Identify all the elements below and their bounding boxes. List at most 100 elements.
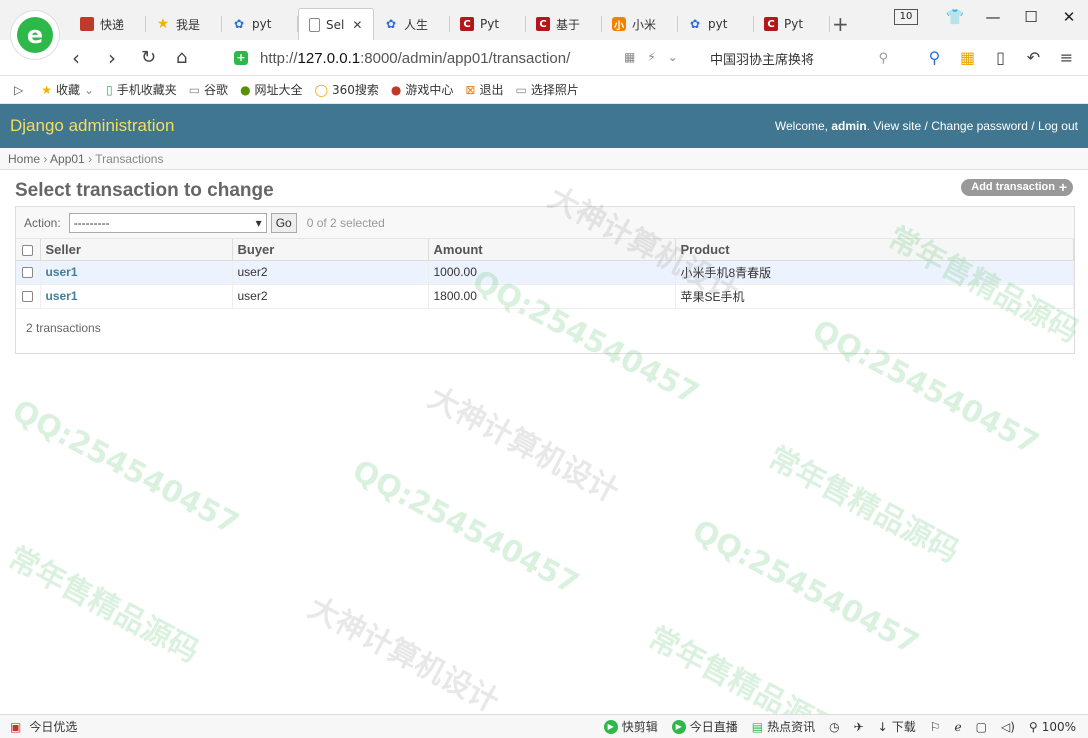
status-bar: ▣ 今日优选 ▶ 快剪辑 ▶ 今日直播 ▤ 热点资讯 ◷ ✈ ↓ 下载 ⚐ ℯ ▢ ◁)… [0, 714, 1088, 738]
close-window-icon[interactable]: ✕ [1050, 8, 1088, 26]
undo-icon[interactable]: ↶ [1017, 48, 1050, 67]
table-row: user1 user2 1800.00 苹果SE手机 [16, 284, 1074, 309]
watermark-text: 大神计算机设计 [302, 590, 505, 720]
log-out-link[interactable]: Log out [1038, 119, 1078, 133]
buyer-cell: user2 [232, 260, 429, 285]
bookmark-item[interactable]: ▯ 手机收藏夹 [106, 81, 177, 98]
bookmarks-bar: ▷ ★ 收藏 ⌄ ▯ 手机收藏夹 ▭ 谷歌 ● 网址大全 ◯ 360搜索 ● 游戏中心 ⊠ 退出… [0, 76, 1088, 104]
document-icon [309, 17, 320, 32]
search-icon[interactable]: ⚲ [878, 51, 888, 66]
paw-icon: ✿ [689, 17, 701, 31]
bookmark-label: 收藏 [56, 83, 81, 97]
chevron-down-icon: ⌄ [84, 82, 95, 97]
plus-icon: + [1058, 179, 1067, 195]
ie-icon[interactable]: ℯ [955, 720, 962, 734]
paw-icon: ✿ [233, 17, 245, 31]
pin-icon[interactable]: ✈ [854, 720, 864, 734]
column-header-amount[interactable]: Amount [428, 239, 676, 261]
url-input[interactable]: + http://127.0.0.1:8000/admin/app01/tran… [228, 46, 690, 70]
browser-tab[interactable]: C Pyt [450, 8, 526, 40]
reload-icon[interactable]: ↻ [141, 47, 156, 68]
row-checkbox[interactable] [22, 291, 34, 303]
view-site-link[interactable]: View site [873, 119, 921, 133]
browser-tab[interactable]: C 基于 [526, 8, 602, 40]
search-input[interactable]: 中国羽协主席换将 ⚲ [700, 46, 894, 70]
maximize-icon[interactable]: ☐ [1012, 8, 1050, 26]
actions-bar: Action: --------- ▾ Go 0 of 2 selected [16, 207, 1074, 239]
svg-text:e: e [27, 21, 43, 49]
back-icon[interactable]: ‹ [72, 46, 80, 70]
browser-logo-icon[interactable]: e [11, 11, 59, 59]
star-icon: ★ [156, 16, 170, 32]
tab-count-badge[interactable]: 10 [894, 9, 918, 25]
bookmark-item[interactable]: ▭ 选择照片 [515, 81, 578, 98]
status-left[interactable]: ▣ 今日优选 [0, 718, 77, 735]
tab-label: 快递 [100, 17, 125, 32]
skin-icon[interactable]: 👕 [936, 8, 974, 26]
tab-label: pyt [708, 17, 728, 31]
column-header-buyer[interactable]: Buyer [232, 239, 429, 261]
search-suggestion: 中国羽协主席换将 [710, 52, 815, 68]
select-all-checkbox[interactable] [22, 244, 34, 256]
search-engine-icon[interactable]: ⚲ [918, 48, 951, 67]
site-title[interactable]: Django administration [10, 116, 174, 136]
star-icon: ★ [41, 82, 52, 97]
change-password-link[interactable]: Change password [931, 119, 1028, 133]
zoom-item[interactable]: ⚲ 100% [1029, 720, 1076, 734]
go-button[interactable]: Go [270, 212, 297, 233]
download-item[interactable]: ↓ 下载 [878, 718, 916, 735]
minimize-icon[interactable]: — [974, 8, 1012, 26]
bookmark-item[interactable]: ★ 收藏 ⌄ [41, 81, 94, 98]
url-tools-icons[interactable]: ▦⚡⌄ [624, 50, 690, 64]
bookmark-item[interactable]: ◯ 360搜索 [315, 81, 379, 98]
browser-tab-active[interactable]: Sel ✕ [298, 8, 374, 40]
seller-link[interactable]: user1 [46, 265, 78, 279]
new-tab-icon[interactable]: + [832, 12, 849, 36]
row-checkbox[interactable] [22, 267, 34, 279]
username: admin [831, 119, 867, 133]
mobile-icon[interactable]: ▯ [984, 48, 1017, 67]
breadcrumb-app[interactable]: App01 [50, 152, 85, 166]
browser-tab[interactable]: ✿ 人生 [374, 8, 450, 40]
watermark-text: 常年售精品源码 [762, 440, 965, 570]
window-icon[interactable]: ▢ [976, 720, 987, 734]
user-tools: Welcome, admin. View site / Change passw… [774, 119, 1078, 133]
browser-tab[interactable]: 小小米 [602, 8, 678, 40]
volume-icon[interactable]: ◁) [1001, 720, 1015, 734]
speed-icon[interactable]: ◷ [829, 720, 839, 734]
browser-tab[interactable]: ★ 我是 [146, 8, 222, 40]
browser-tab[interactable]: ✿ pyt [222, 8, 298, 40]
status-label: 今日直播 [689, 720, 738, 734]
seller-link[interactable]: user1 [46, 289, 78, 303]
menu-icon[interactable]: ≡ [1050, 48, 1083, 67]
news-item[interactable]: ▤ 热点资讯 [752, 718, 815, 735]
breadcrumb-home[interactable]: Home [8, 152, 40, 166]
status-label: 快剪辑 [621, 720, 658, 734]
live-item[interactable]: ▶ 今日直播 [671, 718, 738, 735]
apps-grid-icon[interactable]: ▦ [951, 48, 984, 67]
column-header-product[interactable]: Product [675, 239, 1074, 261]
bookmark-item[interactable]: ● 游戏中心 [391, 81, 454, 98]
c-red-icon: C [536, 17, 550, 31]
bookmark-item[interactable]: ⊠ 退出 [465, 81, 503, 98]
bookmark-item[interactable]: ▭ 谷歌 [189, 81, 228, 98]
forward-icon[interactable]: › [108, 46, 116, 70]
column-header-seller[interactable]: Seller [40, 239, 233, 261]
c-red-icon: C [764, 17, 778, 31]
watermark-text: QQ:254540457 [686, 513, 925, 662]
flag-icon[interactable]: ⚐ [930, 720, 941, 734]
browser-tab[interactable]: C Pyt [754, 8, 830, 40]
url-prefix: http:// [260, 49, 298, 67]
browser-tab[interactable]: 快递 [70, 8, 146, 40]
kuaijianji-item[interactable]: ▶ 快剪辑 [603, 718, 658, 735]
watermark-text: 大神计算机设计 [422, 380, 625, 510]
url-text: http://127.0.0.1:8000/admin/app01/transa… [260, 50, 570, 67]
home-icon[interactable]: ⌂ [176, 47, 187, 68]
browser-tab[interactable]: ✿ pyt [678, 8, 754, 40]
seller-cell: user1 [40, 284, 233, 309]
sidebar-toggle-icon[interactable]: ▷ [14, 83, 23, 97]
bookmark-item[interactable]: ● 网址大全 [240, 81, 303, 98]
add-transaction-button[interactable]: Add transaction + [961, 179, 1073, 196]
action-select[interactable]: --------- ▾ [68, 212, 267, 233]
close-tab-icon[interactable]: ✕ [352, 18, 362, 32]
